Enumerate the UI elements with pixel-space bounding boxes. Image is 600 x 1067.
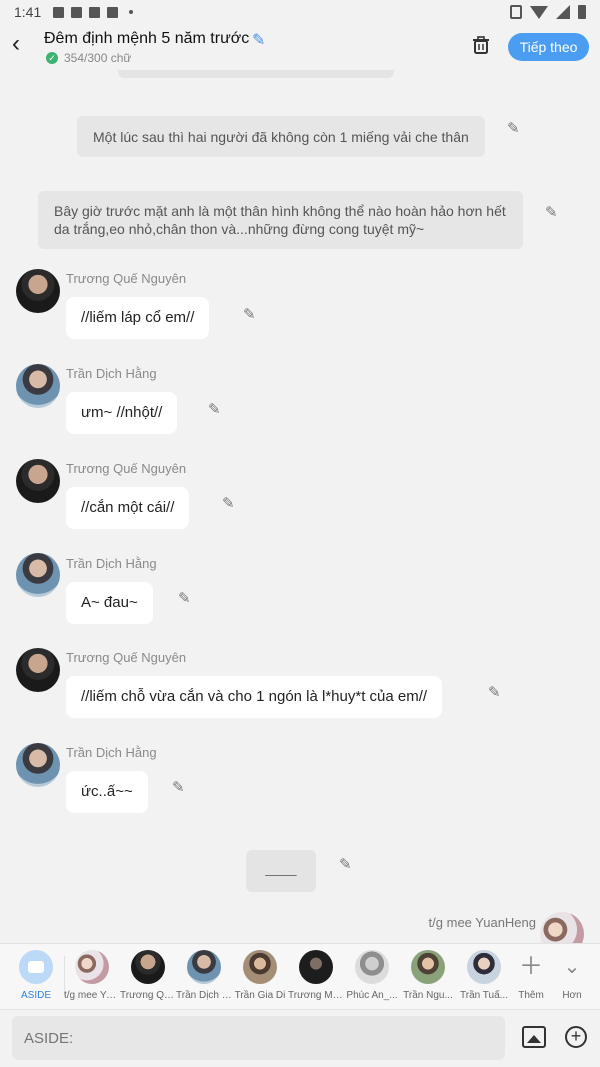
top-bar: ‹ Đêm định mệnh 5 năm trước ✎ ✓ 354/300 … [0, 24, 600, 70]
character-item[interactable]: Trần Dịch Hằng [176, 950, 232, 1001]
message-bubble[interactable]: //liếm láp cổ em// [66, 297, 210, 339]
back-arrow-icon[interactable]: ‹ [12, 32, 34, 56]
author-avatar[interactable] [540, 912, 584, 943]
avatar-tran-dich-hang[interactable] [16, 743, 60, 787]
more-notifications-icon [129, 10, 134, 14]
chat-area[interactable]: Một lúc sau thì hai người đã không còn 1… [0, 70, 600, 943]
previous-message-edge [118, 70, 394, 78]
author-note-label: t/g mee YuanHeng [428, 915, 536, 930]
aside-icon [19, 950, 53, 984]
speaker-name: Trần Dịch Hằng [66, 556, 157, 571]
edit-pencil-icon[interactable]: ✎ [545, 203, 558, 221]
character-avatar [355, 950, 389, 984]
character-aside[interactable]: ASIDE [8, 950, 64, 1001]
facebook-notification-icon [89, 6, 101, 18]
character-selector: ASIDE t/g mee YuanHeng Trương Quế Nguyên… [0, 943, 600, 1010]
message-bubble[interactable]: //cắn một cái// [66, 487, 190, 529]
compose-bar: + [0, 1010, 600, 1067]
word-count: ✓ 354/300 chữ [46, 51, 131, 65]
speaker-name: Trương Quế Nguyên [66, 461, 187, 476]
edit-pencil-icon[interactable]: ✎ [208, 400, 221, 418]
character-label: ASIDE [20, 990, 51, 1001]
more-characters-button[interactable]: ⌄ Hơn [544, 950, 600, 1001]
edit-pencil-icon[interactable]: ✎ [172, 778, 185, 796]
add-circle-icon[interactable]: + [565, 1026, 587, 1048]
character-avatar [75, 950, 109, 984]
wifi-icon [530, 5, 548, 19]
character-label: Trần Ngu... [403, 990, 453, 1001]
avatar-tran-dich-hang[interactable] [16, 553, 60, 597]
edit-pencil-icon[interactable]: ✎ [178, 589, 191, 607]
avatar-truong-que-nguyen[interactable] [16, 459, 60, 503]
word-count-text: 354/300 chữ [64, 51, 132, 65]
facebook-notification-icon [71, 6, 83, 18]
edit-pencil-icon[interactable]: ✎ [339, 855, 352, 873]
character-item[interactable]: Trần Gia Di [232, 950, 288, 1001]
character-item[interactable]: Trương Quế Nguyên [120, 950, 176, 1001]
character-label: Trần Dịch Hằng [176, 990, 232, 1001]
avatar-tran-dich-hang[interactable] [16, 364, 60, 408]
chapter-title: Đêm định mệnh 5 năm trước [44, 30, 250, 47]
character-label: Phúc An_... [346, 990, 398, 1001]
status-time: 1:41 [14, 4, 42, 20]
message-input[interactable] [12, 1016, 505, 1060]
status-bar: 1:41 [0, 0, 600, 24]
next-button[interactable]: Tiếp theo [508, 33, 589, 61]
character-label: Trương Quế Nguyên [120, 990, 176, 1001]
character-avatar [411, 950, 445, 984]
narration-bubble[interactable]: Một lúc sau thì hai người đã không còn 1… [77, 116, 485, 157]
narration-text: Bây giờ trước mặt anh là một thân hình k… [54, 203, 506, 237]
character-label: Trương Mỹ... [288, 990, 344, 1001]
edit-pencil-icon[interactable]: ✎ [507, 119, 520, 137]
character-avatar [131, 950, 165, 984]
character-avatar [299, 950, 333, 984]
signal-icon [556, 5, 570, 19]
message-bubble[interactable]: ức..ấ~~ [66, 771, 148, 813]
character-item[interactable]: Trương Mỹ... [288, 950, 344, 1001]
character-avatar [467, 950, 501, 984]
character-avatar [243, 950, 277, 984]
speaker-name: Trần Dịch Hằng [66, 745, 157, 760]
message-bubble[interactable]: ưm~ //nhột// [66, 392, 178, 434]
avatar-truong-que-nguyen[interactable] [16, 269, 60, 313]
vibrate-icon [510, 5, 522, 19]
speaker-name: Trần Dịch Hằng [66, 366, 157, 381]
edit-title-icon[interactable]: ✎ [252, 30, 265, 50]
avatar-truong-que-nguyen[interactable] [16, 648, 60, 692]
trash-icon[interactable] [472, 36, 490, 54]
character-item[interactable]: t/g mee YuanHeng [64, 950, 120, 1001]
image-icon[interactable] [522, 1026, 546, 1048]
check-icon: ✓ [46, 52, 58, 64]
narration-bubble[interactable]: Bây giờ trước mặt anh là một thân hình k… [38, 191, 523, 249]
character-item[interactable]: Phúc An_... [344, 950, 400, 1001]
character-label: Trần Gia Di [234, 990, 286, 1001]
battery-icon [578, 5, 586, 19]
message-bubble[interactable]: //liếm chỗ vừa cắn và cho 1 ngón là l*hu… [66, 676, 443, 718]
narration-text: Một lúc sau thì hai người đã không còn 1… [93, 129, 469, 145]
gallery-notification-icon [53, 6, 65, 18]
edit-pencil-icon[interactable]: ✎ [488, 683, 501, 701]
chevron-down-icon: ⌄ [563, 956, 581, 978]
speaker-name: Trương Quế Nguyên [66, 650, 187, 665]
message-bubble[interactable]: A~ đau~ [66, 582, 153, 624]
edit-pencil-icon[interactable]: ✎ [222, 494, 235, 512]
speaker-name: Trương Quế Nguyên [66, 271, 187, 286]
character-label: t/g mee YuanHeng [64, 990, 120, 1001]
edit-pencil-icon[interactable]: ✎ [243, 305, 256, 323]
divider-bubble[interactable]: ____ [246, 850, 316, 892]
character-label: Hơn [562, 990, 582, 1001]
character-item[interactable]: Trần Ngu... [400, 950, 456, 1001]
character-avatar [187, 950, 221, 984]
facebook-notification-icon [107, 6, 119, 18]
